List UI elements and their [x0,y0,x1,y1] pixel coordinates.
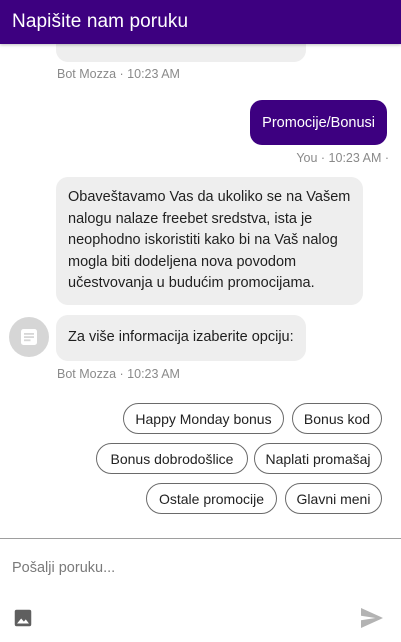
chat-area: Bot Mozza · 10:23 AM Promocije/Bonusi Yo… [0,0,401,538]
quick-reply-bonus-kod[interactable]: Bonus kod [292,403,382,434]
quick-reply-ostale-promocije[interactable]: Ostale promocije [146,483,277,514]
quick-reply-naplati-promasaj[interactable]: Naplati promašaj [254,443,382,474]
bot-avatar [9,317,49,357]
send-icon [361,608,383,628]
document-icon [21,329,37,345]
bot-prompt-meta: Bot Mozza · 10:23 AM [57,367,180,381]
quick-reply-bonus-dobrodoslice[interactable]: Bonus dobrodošlice [96,443,248,474]
attach-image-button[interactable] [10,605,36,631]
send-button[interactable] [358,605,386,631]
user-message-meta: You · 10:23 AM · [296,151,389,165]
chat-header: Napišite nam poruku [0,0,401,44]
message-input[interactable] [0,548,401,588]
page-title: Napišite nam poruku [12,11,189,32]
quick-reply-happy-monday-bonus[interactable]: Happy Monday bonus [123,403,284,434]
quick-reply-glavni-meni[interactable]: Glavni meni [285,483,382,514]
bot-message-prompt: Za više informacija izaberite opciju: [56,315,306,361]
bot-message-meta: Bot Mozza · 10:23 AM [57,67,180,81]
user-message: Promocije/Bonusi [250,100,387,145]
composer-divider [0,538,401,539]
image-icon [14,609,32,627]
bot-message-info: Obaveštavamo Vas da ukoliko se na Vašem … [56,177,363,305]
